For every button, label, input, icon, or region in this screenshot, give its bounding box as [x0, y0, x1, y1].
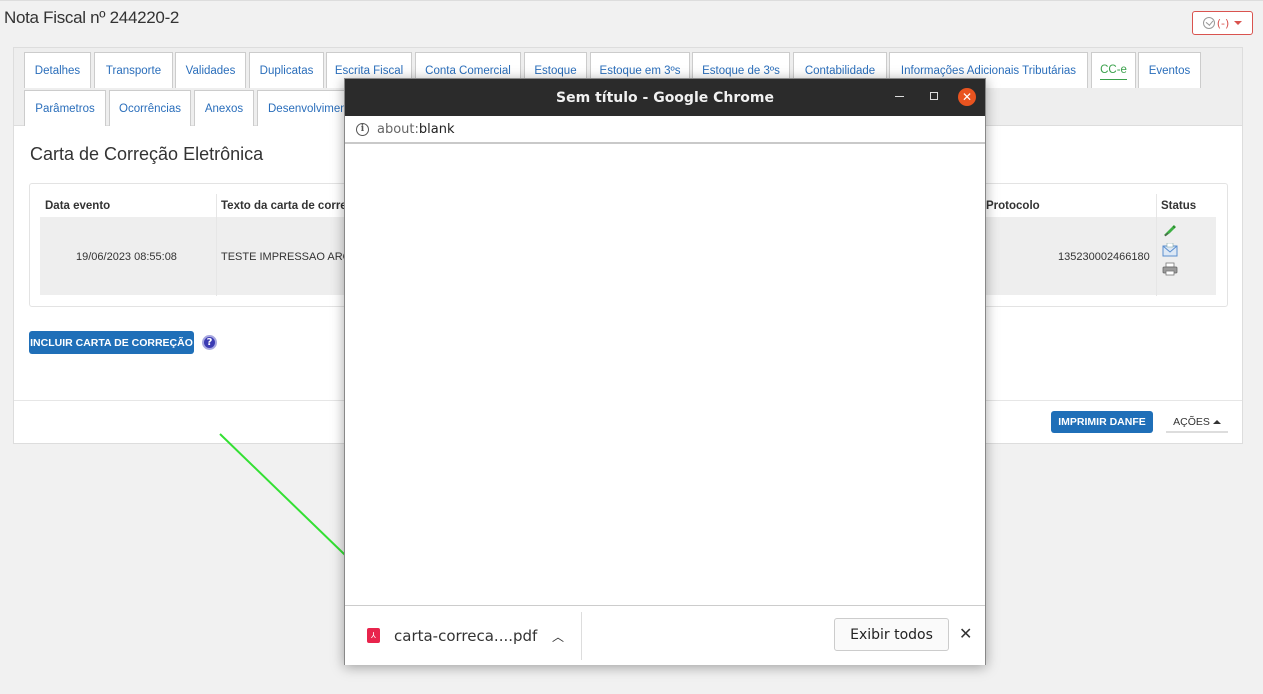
- chevron-up-icon[interactable]: ︿: [552, 628, 564, 645]
- info-icon[interactable]: i: [356, 122, 369, 136]
- show-all-downloads-button[interactable]: Exibir todos: [834, 618, 949, 651]
- chrome-popup-window: Sem título - Google Chrome ✕ i about: bl…: [344, 78, 986, 665]
- close-download-bar-icon[interactable]: ✕: [959, 624, 972, 643]
- close-window-icon[interactable]: ✕: [958, 88, 976, 106]
- window-title: Sem título - Google Chrome: [556, 89, 774, 106]
- pdf-file-icon: ⅄: [367, 628, 380, 643]
- address-bar[interactable]: i about: blank: [345, 116, 985, 144]
- download-bar: ⅄ carta-correca....pdf ︿ Exibir todos ✕: [345, 605, 985, 665]
- minimize-icon[interactable]: [895, 96, 904, 97]
- chrome-title-bar[interactable]: Sem título - Google Chrome: [345, 79, 985, 116]
- download-filename[interactable]: carta-correca....pdf: [394, 627, 537, 645]
- maximize-icon[interactable]: [930, 92, 938, 100]
- download-divider: [581, 612, 582, 660]
- url-path: blank: [418, 121, 455, 137]
- url-scheme: about:: [377, 121, 419, 137]
